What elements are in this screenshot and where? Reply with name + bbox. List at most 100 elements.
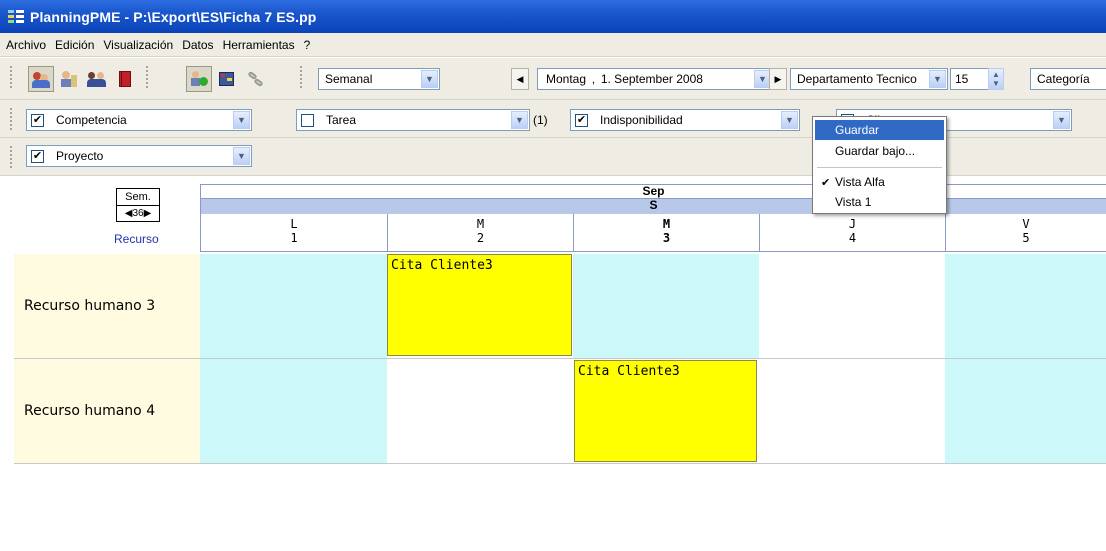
add-task-icon (189, 69, 209, 89)
day-header[interactable]: L 1 (200, 214, 387, 252)
day-header[interactable]: M 2 (387, 214, 573, 252)
spin-up-icon[interactable]: ▲ (992, 70, 1000, 79)
book-icon (115, 69, 135, 89)
chevron-down-icon[interactable]: ▼ (233, 111, 250, 129)
link-icon (245, 69, 265, 89)
indisponibilidad-label: Indisponibilidad (600, 113, 683, 127)
menu-visualizacion[interactable]: Visualización (103, 38, 173, 52)
day-header[interactable]: J 4 (759, 214, 945, 252)
week-label: Sem. (117, 189, 159, 206)
menu-datos[interactable]: Datos (182, 38, 213, 52)
menu-archivo[interactable]: Archivo (6, 38, 46, 52)
resource-row-label[interactable]: Recurso humano 3 (14, 254, 200, 358)
date-text: 1. September 2008 (600, 72, 703, 86)
menu-vista-alfa-label: Vista Alfa (835, 175, 885, 189)
toolbar-grip-3[interactable] (300, 66, 303, 88)
chevron-down-icon[interactable]: ▼ (233, 147, 250, 165)
competencia-label: Competencia (56, 113, 127, 127)
title-bar[interactable]: PlanningPME - P:\Export\ES\Ficha 7 ES.pp (0, 0, 1106, 33)
add-task-button[interactable] (186, 66, 212, 92)
tasks-button[interactable] (56, 66, 82, 92)
department-select[interactable]: Departamento Tecnico ▼ (790, 68, 948, 90)
department-value: Departamento Tecnico (797, 72, 917, 86)
planningpme-window: PlanningPME - P:\Export\ES\Ficha 7 ES.pp… (0, 0, 1106, 551)
tarea-count: (1) (533, 113, 548, 127)
resource-column-header[interactable]: Recurso (114, 232, 159, 246)
count-field[interactable]: 15 (950, 68, 988, 90)
category-select[interactable]: Categoría (1030, 68, 1106, 90)
link-button[interactable] (242, 66, 268, 92)
toolbar-grip-2[interactable] (146, 66, 149, 88)
planning-cell[interactable] (387, 359, 573, 463)
spin-down-icon[interactable]: ▼ (992, 79, 1000, 88)
chevron-down-icon[interactable]: ▼ (929, 70, 946, 88)
date-select[interactable]: Montag , 1. September 2008 ▼ (537, 68, 773, 90)
planning-cell[interactable] (945, 254, 1106, 358)
day-number: 4 (848, 231, 857, 245)
week-number-row: ◀36▶ (117, 206, 159, 220)
day-letter: V (1022, 217, 1030, 231)
competencia-filter[interactable]: ✔ Competencia ▼ (26, 109, 252, 131)
day-number: 3 (662, 231, 671, 245)
menu-vista-1[interactable]: Vista 1 (815, 192, 944, 212)
day-letter: M (476, 217, 485, 231)
window-title: PlanningPME - P:\Export\ES\Ficha 7 ES.pp (30, 8, 317, 25)
tarea-checkbox[interactable]: ✔ (301, 113, 314, 127)
day-header-today[interactable]: M 3 (573, 214, 759, 252)
planning-cell[interactable] (573, 254, 759, 358)
appointment-event[interactable]: Cita Cliente3 (387, 254, 572, 356)
proyecto-filter[interactable]: ✔ Proyecto ▼ (26, 145, 252, 167)
planning-cell[interactable] (200, 359, 387, 463)
planning-cell[interactable] (759, 359, 945, 463)
day-letter: M (662, 217, 671, 231)
people-icon (87, 69, 107, 89)
chevron-down-icon[interactable]: ▼ (781, 111, 798, 129)
resources-button[interactable] (28, 66, 54, 92)
filter-grip[interactable] (10, 108, 13, 130)
day-number: 5 (1022, 231, 1030, 245)
week-number: 36 (132, 208, 144, 219)
chevron-down-icon[interactable]: ▼ (511, 111, 528, 129)
week-navigator[interactable]: Sem. ◀36▶ (116, 188, 160, 222)
date-value: Montag , 1. September 2008 (546, 72, 703, 86)
view-mode-select[interactable]: Semanal ▼ (318, 68, 440, 90)
indisponibilidad-checkbox[interactable]: ✔ (575, 113, 588, 127)
menu-guardar[interactable]: Guardar (815, 120, 944, 140)
app-icon (8, 9, 24, 25)
proyecto-checkbox[interactable]: ✔ (31, 149, 44, 163)
planning-cell[interactable] (945, 359, 1106, 463)
people-button[interactable] (84, 66, 110, 92)
chevron-down-icon[interactable]: ▼ (1053, 111, 1070, 129)
next-date-button[interactable]: ▶ (769, 68, 787, 90)
menu-help[interactable]: ? (304, 38, 311, 52)
menu-herramientas[interactable]: Herramientas (223, 38, 295, 52)
day-number: 1 (290, 231, 298, 245)
resource-row-label[interactable]: Recurso humano 4 (14, 359, 200, 463)
month-header: Sep (200, 184, 1106, 199)
day-letter: L (290, 217, 298, 231)
menu-guardar-bajo[interactable]: Guardar bajo... (815, 141, 944, 161)
menu-bar: Archivo Edición Visualización Datos Herr… (0, 33, 1106, 57)
tasks-icon (59, 69, 79, 89)
project-grip[interactable] (10, 146, 13, 168)
count-stepper[interactable]: ▲ ▼ (988, 68, 1004, 90)
appointment-event[interactable]: Cita Cliente3 (574, 360, 757, 462)
planning-cell[interactable] (200, 254, 387, 358)
week-next-icon[interactable]: ▶ (144, 208, 152, 219)
row-divider (14, 463, 1106, 464)
competencia-checkbox[interactable]: ✔ (31, 113, 44, 127)
planning-cell[interactable] (759, 254, 945, 358)
menu-edicion[interactable]: Edición (55, 38, 94, 52)
planning-grid: Sem. ◀36▶ Recurso Sep S L 1 M 2 M 3 J 4 … (0, 178, 1106, 551)
main-toolbar: Semanal ▼ ◀ Montag , 1. September 2008 ▼… (0, 58, 1106, 100)
row-divider (14, 358, 1106, 359)
indisponibilidad-filter[interactable]: ✔ Indisponibilidad ▼ (570, 109, 800, 131)
chevron-down-icon[interactable]: ▼ (421, 70, 438, 88)
day-header[interactable]: V 5 (945, 214, 1106, 252)
tarea-filter[interactable]: ✔ Tarea ▼ (296, 109, 530, 131)
book-button[interactable] (112, 66, 138, 92)
menu-vista-alfa[interactable]: ✔ Vista Alfa (815, 172, 944, 192)
grid-view-button[interactable] (214, 66, 240, 92)
toolbar-grip[interactable] (10, 66, 13, 88)
previous-date-button[interactable]: ◀ (511, 68, 529, 90)
